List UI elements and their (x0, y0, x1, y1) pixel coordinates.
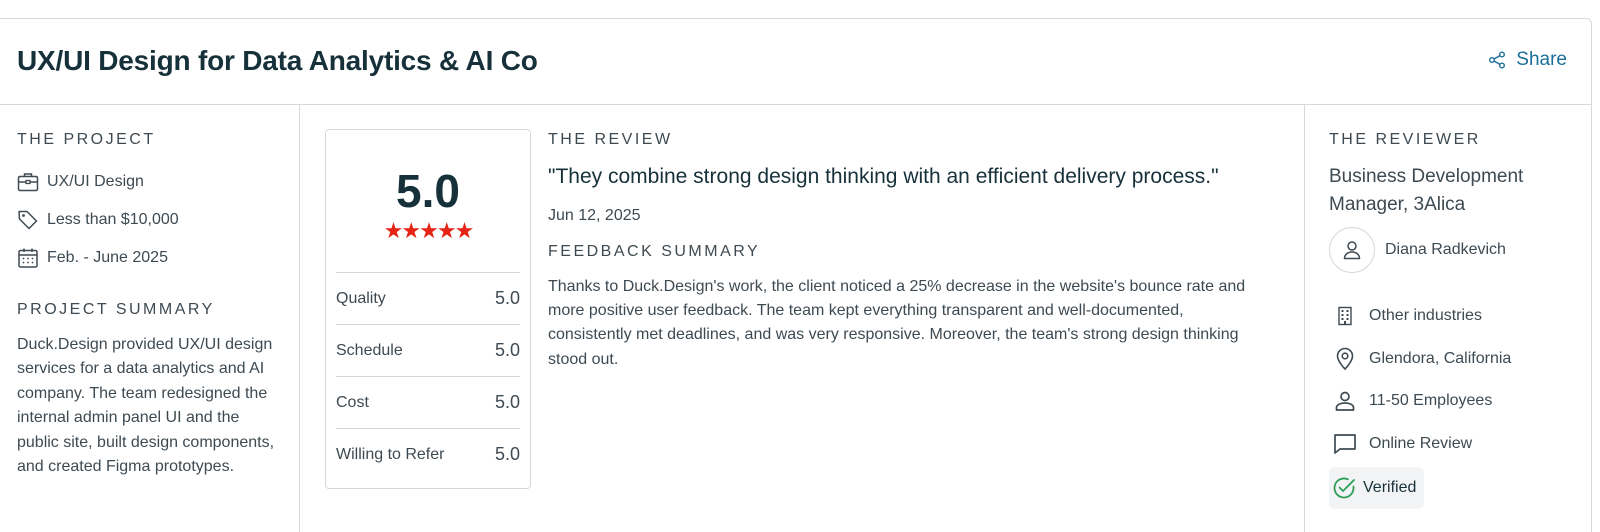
reviewer-name: Diana Radkevich (1385, 241, 1506, 258)
project-service-text: UX/UI Design (47, 173, 144, 190)
score-row-willing-to-refer: Willing to Refer 5.0 (336, 428, 520, 480)
feedback-summary-text: Thanks to Duck.Design's work, the client… (548, 278, 1246, 368)
score-label: Quality (336, 289, 386, 307)
page-title: UX/UI Design for Data Analytics & AI Co (17, 45, 538, 76)
score-row-schedule: Schedule 5.0 (336, 324, 520, 376)
reviewer-column: THE REVIEWER Business Development Manage… (1304, 105, 1592, 532)
score-list: Quality 5.0 Schedule 5.0 Cost 5.0 Willin… (336, 272, 520, 480)
project-dates-text: Feb. - June 2025 (47, 249, 168, 266)
reviewer-facts: Other industries Glendora, California 11… (1333, 295, 1511, 465)
review-column: 5.0 ★★★★★ Quality 5.0 Schedule 5.0 Cost … (300, 105, 1304, 532)
score-value: 5.0 (494, 340, 520, 360)
reviewer-company-size-text: 11-50 Employees (1369, 392, 1493, 410)
project-service: UX/UI Design (17, 163, 179, 201)
verified-label: Verified (1363, 479, 1417, 496)
price-tag-icon (18, 210, 38, 230)
project-section-label: THE PROJECT (17, 131, 156, 148)
overall-rating: 5.0 (396, 165, 460, 217)
reviewer-company-size: 11-50 Employees (1333, 380, 1511, 423)
check-circle-icon (1333, 477, 1355, 499)
reviewer-industry: Other industries (1333, 295, 1511, 338)
person-icon (1335, 391, 1355, 412)
score-row-cost: Cost 5.0 (336, 376, 520, 428)
review-quote: "They combine strong design thinking wit… (548, 165, 1219, 188)
project-summary-label: PROJECT SUMMARY (17, 301, 215, 318)
project-column: THE PROJECT UX/UI Design Less than $10,0… (0, 105, 300, 532)
rating-box: 5.0 ★★★★★ Quality 5.0 Schedule 5.0 Cost … (325, 129, 531, 489)
project-summary-text: Duck.Design provided UX/UI design servic… (17, 336, 275, 476)
score-label: Willing to Refer (336, 445, 445, 463)
briefcase-icon (17, 173, 39, 192)
reviewer-title: Business Development Manager, 3Alica (1329, 166, 1524, 215)
review-date: Jun 12, 2025 (548, 207, 641, 224)
card-header: UX/UI Design for Data Analytics & AI Co … (0, 19, 1591, 105)
avatar (1329, 227, 1375, 273)
project-budget-text: Less than $10,000 (47, 211, 179, 228)
reviewer-location-text: Glendora, California (1369, 349, 1512, 367)
project-budget: Less than $10,000 (17, 201, 179, 239)
score-row-quality: Quality 5.0 (336, 272, 520, 324)
calendar-icon (18, 248, 38, 268)
score-label: Cost (336, 393, 369, 411)
reviewer-review-type-text: Online Review (1369, 434, 1473, 452)
share-icon (1489, 51, 1506, 69)
project-dates: Feb. - June 2025 (17, 239, 179, 277)
share-label: Share (1516, 49, 1567, 70)
score-value: 5.0 (494, 392, 520, 412)
share-button[interactable]: Share (1488, 49, 1567, 71)
score-value: 5.0 (494, 288, 520, 308)
project-details: UX/UI Design Less than $10,000 Feb. - Ju… (17, 163, 179, 277)
score-value: 5.0 (494, 444, 520, 464)
user-icon (1343, 241, 1361, 260)
review-card: UX/UI Design for Data Analytics & AI Co … (0, 18, 1592, 532)
star-icon: ★ (383, 218, 404, 243)
star-icon: ★ (419, 218, 439, 243)
building-icon (1338, 307, 1352, 326)
star-rating: ★★★★★ (326, 218, 530, 244)
reviewer-location: Glendora, California (1333, 338, 1511, 381)
location-pin-icon (1336, 347, 1354, 370)
star-icon: ★ (401, 218, 421, 243)
star-icon: ★ (436, 218, 457, 243)
reviewer-industry-text: Other industries (1369, 307, 1482, 325)
feedback-summary-label: FEEDBACK SUMMARY (548, 243, 761, 260)
reviewer-review-type: Online Review (1333, 423, 1511, 466)
reviewer-section-label: THE REVIEWER (1329, 131, 1481, 148)
chat-bubble-icon (1334, 433, 1356, 454)
star-icon: ★ (454, 218, 475, 243)
verified-badge: Verified (1329, 467, 1425, 509)
score-label: Schedule (336, 341, 403, 359)
review-section-label: THE REVIEW (548, 131, 673, 148)
